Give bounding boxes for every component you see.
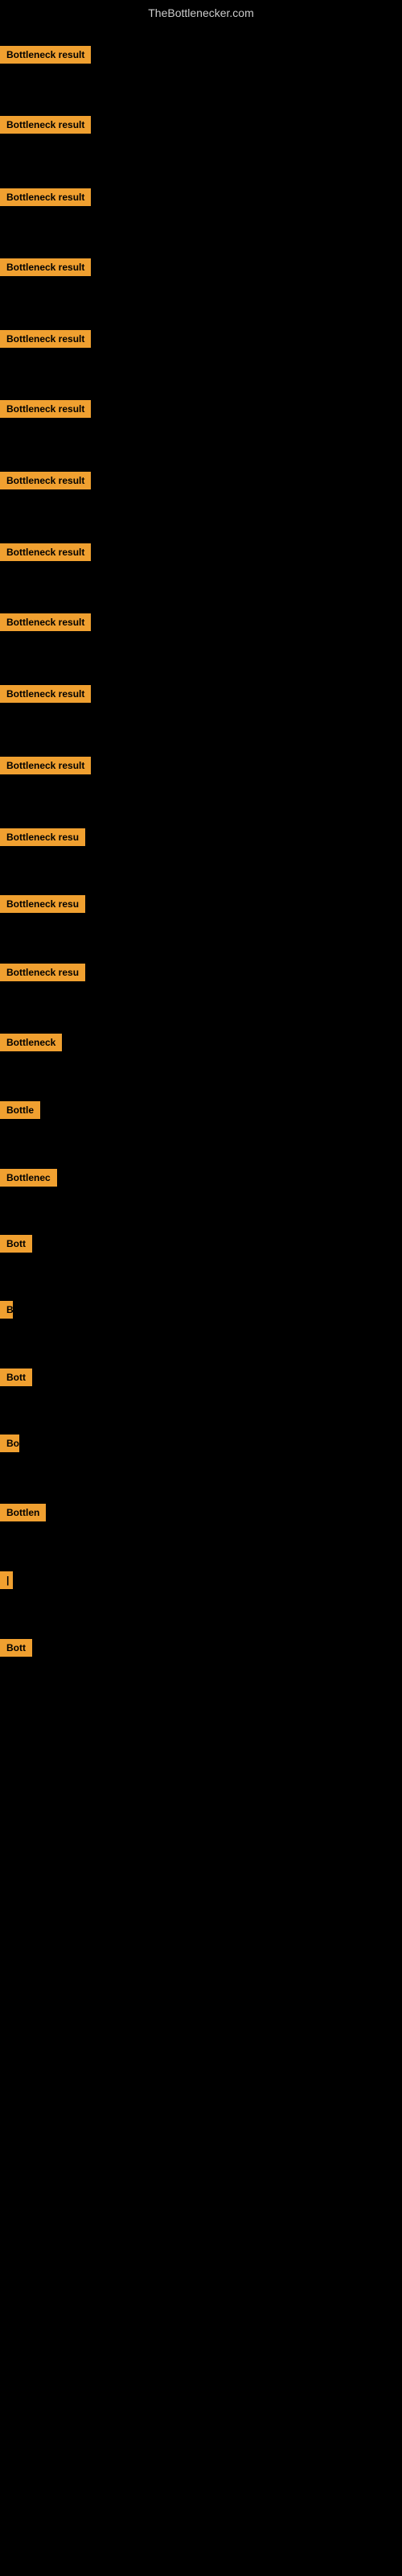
bottleneck-badge-1: Bottleneck result	[0, 46, 91, 64]
bottleneck-badge-18: Bott	[0, 1235, 32, 1253]
bottleneck-badge-12: Bottleneck resu	[0, 828, 85, 846]
bottleneck-item-14: Bottleneck resu	[0, 964, 85, 985]
site-title-text: TheBottlenecker.com	[0, 0, 402, 23]
bottleneck-item-2: Bottleneck result	[0, 116, 91, 138]
bottleneck-item-23: |	[0, 1571, 13, 1593]
bottleneck-badge-13: Bottleneck resu	[0, 895, 85, 913]
bottleneck-item-8: Bottleneck result	[0, 543, 91, 565]
bottleneck-item-6: Bottleneck result	[0, 400, 91, 422]
bottleneck-item-21: Bo	[0, 1435, 19, 1456]
bottleneck-item-16: Bottle	[0, 1101, 40, 1123]
bottleneck-item-7: Bottleneck result	[0, 472, 91, 493]
bottleneck-badge-8: Bottleneck result	[0, 543, 91, 561]
bottleneck-badge-17: Bottlenec	[0, 1169, 57, 1187]
bottleneck-badge-21: Bo	[0, 1435, 19, 1452]
bottleneck-badge-15: Bottleneck	[0, 1034, 62, 1051]
bottleneck-badge-4: Bottleneck result	[0, 258, 91, 276]
bottleneck-item-17: Bottlenec	[0, 1169, 57, 1191]
bottleneck-item-9: Bottleneck result	[0, 613, 91, 635]
bottleneck-item-10: Bottleneck result	[0, 685, 91, 707]
bottleneck-badge-16: Bottle	[0, 1101, 40, 1119]
bottleneck-badge-20: Bott	[0, 1368, 32, 1386]
bottleneck-item-24: Bott	[0, 1639, 32, 1661]
bottleneck-badge-7: Bottleneck result	[0, 472, 91, 489]
bottleneck-badge-19: B	[0, 1301, 13, 1319]
bottleneck-badge-23: |	[0, 1571, 13, 1589]
bottleneck-badge-10: Bottleneck result	[0, 685, 91, 703]
bottleneck-badge-14: Bottleneck resu	[0, 964, 85, 981]
bottleneck-badge-5: Bottleneck result	[0, 330, 91, 348]
bottleneck-item-3: Bottleneck result	[0, 188, 91, 210]
bottleneck-item-5: Bottleneck result	[0, 330, 91, 352]
bottleneck-item-4: Bottleneck result	[0, 258, 91, 280]
bottleneck-badge-3: Bottleneck result	[0, 188, 91, 206]
bottleneck-item-13: Bottleneck resu	[0, 895, 85, 917]
bottleneck-badge-9: Bottleneck result	[0, 613, 91, 631]
bottleneck-badge-24: Bott	[0, 1639, 32, 1657]
bottleneck-item-18: Bott	[0, 1235, 32, 1257]
bottleneck-item-15: Bottleneck	[0, 1034, 62, 1055]
bottleneck-item-11: Bottleneck result	[0, 757, 91, 778]
bottleneck-item-19: B	[0, 1301, 13, 1323]
bottleneck-item-20: Bott	[0, 1368, 32, 1390]
bottleneck-badge-2: Bottleneck result	[0, 116, 91, 134]
bottleneck-item-22: Bottlen	[0, 1504, 46, 1525]
bottleneck-badge-11: Bottleneck result	[0, 757, 91, 774]
bottleneck-badge-22: Bottlen	[0, 1504, 46, 1521]
bottleneck-item-12: Bottleneck resu	[0, 828, 85, 850]
bottleneck-item-1: Bottleneck result	[0, 46, 91, 68]
bottleneck-badge-6: Bottleneck result	[0, 400, 91, 418]
